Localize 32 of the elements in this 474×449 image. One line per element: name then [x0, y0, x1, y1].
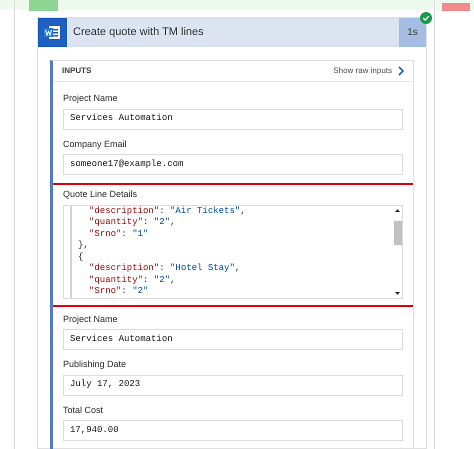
code-line: "Srno": "2" — [88, 286, 148, 298]
code-line: "quantity": "2", — [88, 217, 176, 228]
code-line: "quantity": "2", — [88, 274, 176, 286]
input-field[interactable]: Services Automation — [63, 329, 403, 350]
field-label: Total Cost — [63, 404, 104, 416]
status-bar — [29, 0, 58, 11]
field-label: Project Name — [63, 312, 119, 326]
chevron-right-icon — [398, 66, 404, 76]
field-label: Quote Line Details — [63, 188, 138, 201]
duration: 1s — [399, 18, 426, 47]
input-field[interactable]: 17,940.00 — [63, 420, 403, 441]
action-header[interactable]: Create quote with TM lines 1s — [38, 18, 426, 47]
show-raw-inputs-link[interactable]: Show raw inputs — [333, 65, 404, 77]
code-line: }, — [78, 240, 89, 252]
status-bar — [442, 3, 470, 11]
code-line: "description": "Air Tickets", — [88, 206, 246, 217]
code-field[interactable]: "description": "Air Tickets", "quantity": "2", "Srno": "1" }, { "description": "Hotel Stay", "quantity": "2", "Srno": "2" — [63, 204, 403, 298]
field-label: Publishing Date — [63, 358, 128, 371]
scroll-down-icon[interactable] — [395, 292, 400, 294]
scroll-up-icon[interactable] — [395, 208, 400, 212]
document-icon — [44, 25, 61, 40]
input-field[interactable]: July 17, 2023 — [63, 374, 403, 396]
input-field[interactable]: someone17@example.com — [63, 154, 403, 175]
inputs-heading: INPUTS — [62, 65, 92, 77]
code-line: "Srno": "1" — [88, 228, 148, 240]
code-line: "description": "Hotel Stay", — [88, 263, 240, 274]
code-line: { — [78, 252, 84, 263]
scroll-thumb[interactable] — [394, 220, 402, 244]
field-label: Company Email — [63, 138, 128, 151]
action-title: Create quote with TM lines — [73, 25, 204, 40]
input-field[interactable]: Services Automation — [63, 108, 403, 130]
field-label: Project Name — [63, 92, 119, 105]
